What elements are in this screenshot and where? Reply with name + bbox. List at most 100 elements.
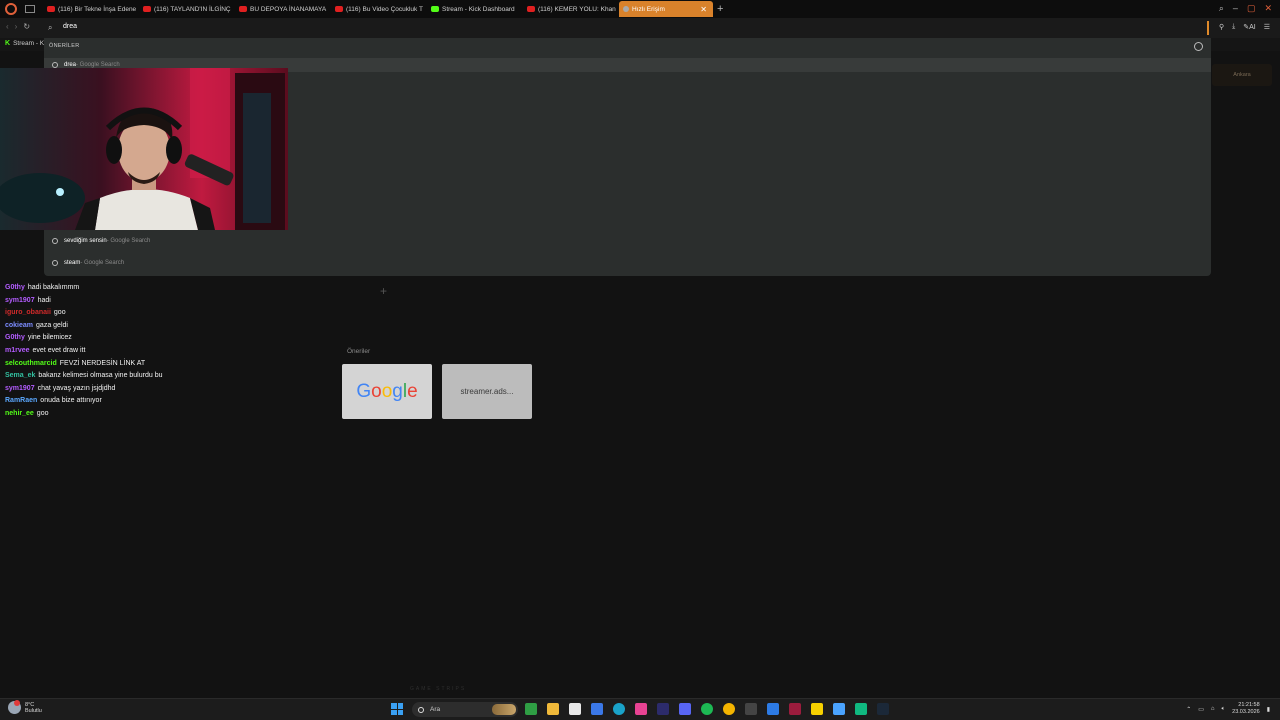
- youtube-icon: [47, 6, 55, 12]
- back-icon[interactable]: ‹: [6, 22, 9, 31]
- speed-dial-streamer[interactable]: streamer.ads...: [442, 364, 532, 419]
- chat-username: sym1907: [5, 296, 35, 304]
- reload-icon[interactable]: ↻: [23, 22, 30, 31]
- chat-text: evet evet draw itt: [32, 346, 86, 354]
- terminal-icon[interactable]: [745, 703, 757, 715]
- chat-message: sym1907 chat yavaş yazın jsjdjdhd: [5, 385, 265, 398]
- notification-icon[interactable]: ▮: [1267, 706, 1270, 713]
- chat-username: sym1907: [5, 384, 35, 392]
- chat-username: m1rvee: [5, 346, 30, 354]
- clock[interactable]: 21:21:58 23.03.2026: [1232, 702, 1260, 716]
- speed-dial-title: Öneriler: [347, 348, 371, 355]
- chat-username: RamRaen: [5, 397, 38, 405]
- opera-icon[interactable]: [789, 703, 801, 715]
- search-tabs-icon[interactable]: ⌕: [1219, 3, 1224, 14]
- clock-date: 23.03.2026: [1232, 709, 1260, 715]
- network-icon[interactable]: ⌂: [1211, 706, 1215, 712]
- weather-desc: Bulutlu: [25, 707, 42, 714]
- photos-icon[interactable]: [635, 703, 647, 715]
- xbox-icon[interactable]: [525, 703, 537, 715]
- suggestion-row[interactable]: steam - Google Search: [44, 256, 1211, 270]
- display-icon[interactable]: ▭: [1198, 706, 1204, 713]
- chat-text: gaza geldi: [36, 321, 68, 329]
- notepad-icon[interactable]: [569, 703, 581, 715]
- weather-widget[interactable]: 8°C Bulutlu: [8, 700, 42, 714]
- chat-username: iguro_obanaii: [5, 309, 51, 317]
- edge-icon[interactable]: [613, 703, 625, 715]
- chrome-icon[interactable]: [723, 703, 735, 715]
- chat-username: cokieam: [5, 321, 34, 329]
- minimize-icon[interactable]: –: [1233, 3, 1238, 14]
- chat-text: onuda bize attınıyor: [40, 397, 102, 405]
- watermark-text: GAME STRIPS: [410, 686, 467, 692]
- chat-message: sym1907 hadi: [5, 297, 265, 310]
- tab-3[interactable]: (116) Bu Video Çocukluk T: [331, 1, 427, 17]
- settings-icon[interactable]: [833, 703, 845, 715]
- tab-label: (116) TAYLAND'IN İLGİNÇ: [154, 5, 231, 13]
- search-highlight-icon: [492, 704, 516, 715]
- chat-username: selcouthmarcid: [5, 359, 57, 367]
- youtube-icon: [239, 6, 247, 12]
- tab-1[interactable]: (116) TAYLAND'IN İLGİNÇ: [139, 1, 235, 17]
- taskbar: 8°C Bulutlu Ara ⌃ ▭ ⌂ 🔈︎ 21:21:58 23.03.…: [0, 698, 1280, 720]
- start-icon[interactable]: [391, 703, 403, 715]
- chat-message: Sema_ek bakanz kelimesi olmasa yine bulur…: [5, 372, 265, 385]
- chat-message: selcouthmarcid FEVZİ NERDESİN LİNK AT: [5, 360, 265, 373]
- chat-username: G0thy: [5, 334, 25, 342]
- chat-text: bakanz kelimesi olmasa yine bulurdu bu: [38, 372, 163, 380]
- workspaces-icon[interactable]: [25, 5, 35, 13]
- file-explorer-icon[interactable]: [547, 703, 559, 715]
- maximize-icon[interactable]: ▢: [1247, 3, 1256, 14]
- mail-icon[interactable]: [591, 703, 603, 715]
- suggestion-query: sevdiğim sensin: [64, 238, 107, 244]
- add-speed-dial-icon[interactable]: +: [380, 284, 387, 298]
- toolbar-icons: ⚲ ⤓ ✎AI ☰: [1219, 23, 1270, 31]
- weather-icon: [8, 700, 21, 714]
- taskbar-search[interactable]: Ara: [412, 702, 518, 717]
- steam-icon[interactable]: [877, 703, 889, 715]
- chevron-up-icon[interactable]: ⌃: [1186, 706, 1191, 713]
- kick-icon: [431, 6, 439, 12]
- forward-icon[interactable]: ›: [15, 22, 18, 31]
- chat-message: nehir_ee goo: [5, 410, 265, 423]
- extensions-icon[interactable]: ⚲: [1219, 23, 1224, 31]
- ai-button[interactable]: ✎AI: [1243, 23, 1256, 31]
- gallery-icon[interactable]: [767, 703, 779, 715]
- youtube-icon: [143, 6, 151, 12]
- close-tab-icon[interactable]: ✕: [700, 5, 707, 14]
- browser-logo-icon[interactable]: [5, 3, 17, 15]
- tab-label: Hızlı Erişim: [632, 5, 665, 13]
- suggestions-header: ÖNERİLER: [49, 43, 80, 49]
- suggestion-row[interactable]: sevdiğim sensin - Google Search: [44, 234, 1211, 248]
- app-icon[interactable]: [855, 703, 867, 715]
- location-button[interactable]: Ankara: [1212, 64, 1272, 86]
- chat-message: iguro_obanaii goo: [5, 309, 265, 322]
- premiere-icon[interactable]: [657, 703, 669, 715]
- sticky-notes-icon[interactable]: [811, 703, 823, 715]
- tab-5[interactable]: (116) KEMER YOLU: Khan: [523, 1, 619, 17]
- sidebar-accent: [1207, 21, 1209, 35]
- discord-icon[interactable]: [679, 703, 691, 715]
- chat-username: nehir_ee: [5, 409, 34, 417]
- close-window-icon[interactable]: ✕: [1264, 3, 1272, 14]
- address-input[interactable]: drea: [63, 23, 77, 30]
- tab-2[interactable]: BU DEPOYA İNANAMAYA: [235, 1, 331, 17]
- volume-icon[interactable]: 🔈︎: [1222, 706, 1226, 713]
- menu-icon[interactable]: ☰: [1264, 23, 1270, 31]
- webcam-image: [0, 68, 288, 230]
- tab-0[interactable]: (116) Bir Tekne İnşa Edene: [43, 1, 139, 17]
- smiley-icon[interactable]: [1194, 42, 1203, 51]
- tab-6[interactable]: Hızlı Erişim ✕: [619, 1, 713, 17]
- chat-message: m1rvee evet evet draw itt: [5, 347, 265, 360]
- chat-message: cokieam gaza geldi: [5, 322, 265, 335]
- spotify-icon[interactable]: [701, 703, 713, 715]
- download-icon[interactable]: ⤓: [1232, 23, 1235, 31]
- new-tab-icon[interactable]: +: [717, 3, 723, 15]
- chat-message: G0thy yine bilemicez: [5, 334, 265, 347]
- bookmark-item[interactable]: K Stream - K: [5, 40, 44, 47]
- tab-strip: (116) Bir Tekne İnşa Edene (116) TAYLAND'…: [0, 0, 1280, 18]
- tab-4[interactable]: Stream - Kick Dashboard: [427, 1, 523, 17]
- chat-message: G0thy hadi bakalımmm: [5, 284, 265, 297]
- speed-dial-google[interactable]: Google: [342, 364, 432, 419]
- chat-text: hadi bakalımmm: [27, 284, 80, 291]
